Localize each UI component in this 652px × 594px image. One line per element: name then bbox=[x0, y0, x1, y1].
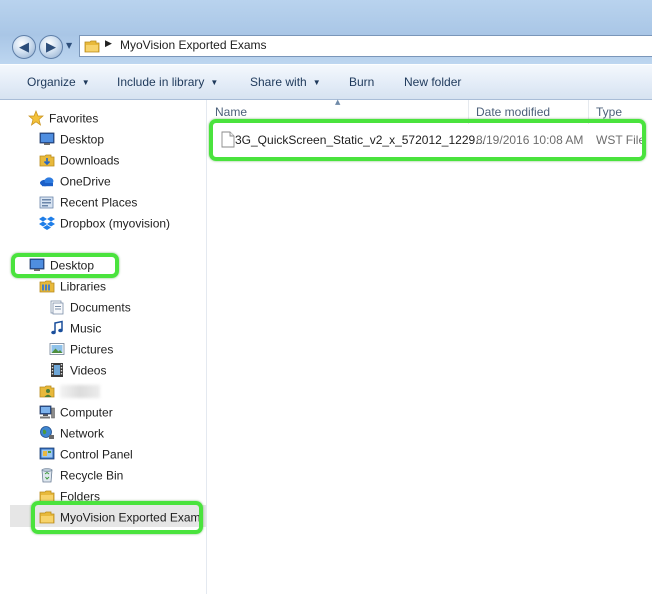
documents-icon bbox=[50, 300, 64, 315]
onedrive-cloud-icon bbox=[40, 177, 54, 187]
desktop-icon bbox=[29, 258, 45, 271]
generic-file-icon bbox=[221, 131, 235, 148]
folder-icon bbox=[39, 511, 55, 524]
organize-button[interactable]: Organize ▼ bbox=[27, 75, 90, 89]
sidebar-item-label: OneDrive bbox=[60, 174, 111, 189]
redacted-user-name bbox=[60, 385, 100, 399]
sidebar-item-myovision-exported-exams[interactable]: MyoVision Exported Exam bbox=[39, 508, 201, 527]
forward-arrow-icon: ▶ bbox=[46, 39, 56, 55]
sidebar-item-favorites[interactable]: Favorites bbox=[28, 109, 98, 128]
user-folder-icon bbox=[39, 385, 55, 398]
computer-icon bbox=[39, 405, 55, 419]
sidebar-item-user-folder[interactable] bbox=[39, 382, 100, 401]
column-divider[interactable] bbox=[468, 100, 469, 124]
recent-places-icon bbox=[39, 196, 54, 209]
sidebar-item-recent-places[interactable]: Recent Places bbox=[39, 193, 137, 212]
sidebar-item-label: Control Panel bbox=[60, 447, 133, 462]
downloads-folder-icon bbox=[39, 154, 55, 167]
sidebar-item-label: Recycle Bin bbox=[60, 468, 124, 483]
libraries-icon bbox=[39, 280, 55, 293]
sidebar-item-onedrive[interactable]: OneDrive bbox=[39, 172, 111, 191]
command-bar: Organize ▼ Include in library ▼ Share with… bbox=[0, 64, 652, 100]
desktop-icon bbox=[39, 132, 55, 145]
column-header-name[interactable]: Name bbox=[215, 105, 247, 119]
sort-ascending-icon: ▲ bbox=[335, 98, 341, 106]
file-type: WST File bbox=[596, 133, 646, 147]
share-with-label: Share with bbox=[250, 75, 307, 89]
sidebar-item-desktop[interactable]: Desktop bbox=[29, 256, 94, 275]
sidebar-item-network[interactable]: Network bbox=[39, 424, 104, 443]
sidebar-item-label: Documents bbox=[70, 300, 131, 315]
videos-film-icon bbox=[51, 362, 63, 377]
sidebar-item-label: Network bbox=[60, 426, 105, 441]
sidebar-item-dropbox[interactable]: Dropbox (myovision) bbox=[39, 214, 170, 233]
chevron-down-icon: ▼ bbox=[81, 78, 90, 87]
sidebar-item-computer[interactable]: Computer bbox=[39, 403, 113, 422]
sidebar-item-label: Desktop bbox=[50, 258, 95, 273]
column-header-type[interactable]: Type bbox=[596, 105, 622, 119]
sidebar-item-label: Downloads bbox=[60, 153, 120, 168]
sidebar-item-label: Folders bbox=[60, 489, 101, 504]
pictures-icon bbox=[49, 342, 65, 355]
file-row[interactable]: 3G_QuickScreen_Static_v2_x_572012_1229..… bbox=[221, 130, 652, 150]
file-date-modified: 8/19/2016 10:08 AM bbox=[476, 133, 584, 147]
recycle-bin-icon bbox=[41, 468, 53, 483]
chevron-down-icon: ▼ bbox=[210, 78, 219, 87]
sidebar-item-recycle-bin[interactable]: Recycle Bin bbox=[39, 466, 123, 485]
sidebar-item-libraries[interactable]: Libraries bbox=[39, 277, 106, 296]
sidebar-item-label: Libraries bbox=[60, 279, 107, 294]
chevron-down-icon: ▼ bbox=[312, 78, 321, 87]
sidebar-item-folders[interactable]: Folders bbox=[39, 487, 100, 506]
new-folder-label: New folder bbox=[404, 75, 462, 89]
back-arrow-icon: ◀ bbox=[19, 39, 29, 55]
address-bar[interactable]: ▶ MyoVision Exported Exams bbox=[79, 35, 652, 57]
breadcrumb-chevron-icon[interactable]: ▶ bbox=[105, 39, 112, 49]
sidebar-item-videos[interactable]: Videos bbox=[49, 361, 106, 380]
file-list-pane[interactable]: ▲ Name Date modified Type 3G_QuickScreen… bbox=[207, 98, 652, 594]
sidebar-item-label: MyoVision Exported Exam bbox=[60, 510, 201, 525]
sidebar-item-label: Dropbox (myovision) bbox=[60, 216, 171, 231]
sidebar-item-music[interactable]: Music bbox=[49, 319, 101, 338]
music-note-icon bbox=[51, 320, 63, 335]
sidebar-item-label: Desktop bbox=[60, 132, 105, 147]
dropbox-icon bbox=[39, 216, 55, 230]
burn-label: Burn bbox=[349, 75, 375, 89]
control-panel-icon bbox=[39, 447, 55, 460]
title-address-bar: ◀ ▶ ▼ ▶ MyoVision Exported Exams bbox=[0, 0, 652, 64]
include-in-library-label: Include in library bbox=[117, 75, 205, 89]
include-in-library-button[interactable]: Include in library ▼ bbox=[117, 75, 218, 89]
sidebar-item-desktop-favorite[interactable]: Desktop bbox=[39, 130, 104, 149]
sidebar-item-label: Recent Places bbox=[60, 195, 138, 210]
sidebar-item-label: Computer bbox=[60, 405, 113, 420]
new-folder-button[interactable]: New folder bbox=[404, 75, 461, 89]
file-name[interactable]: 3G_QuickScreen_Static_v2_x_572012_1229..… bbox=[235, 133, 485, 147]
sidebar-item-downloads[interactable]: Downloads bbox=[39, 151, 119, 170]
sidebar-item-label: Pictures bbox=[70, 342, 114, 357]
burn-button[interactable]: Burn bbox=[349, 75, 374, 89]
sidebar-item-label: Favorites bbox=[49, 111, 99, 126]
back-button[interactable]: ◀ bbox=[12, 35, 36, 59]
column-header-date-modified[interactable]: Date modified bbox=[476, 105, 550, 119]
sidebar-item-pictures[interactable]: Pictures bbox=[49, 340, 113, 359]
sidebar-item-label: Music bbox=[70, 321, 102, 336]
recent-pages-dropdown-icon[interactable]: ▼ bbox=[66, 41, 72, 50]
folder-icon bbox=[39, 490, 55, 503]
forward-button[interactable]: ▶ bbox=[39, 35, 63, 59]
folder-icon bbox=[84, 38, 100, 54]
network-globe-icon bbox=[40, 425, 54, 439]
sidebar-item-label: Videos bbox=[70, 363, 107, 378]
sidebar-item-control-panel[interactable]: Control Panel bbox=[39, 445, 133, 464]
share-with-button[interactable]: Share with ▼ bbox=[250, 75, 321, 89]
organize-label: Organize bbox=[27, 75, 76, 89]
sidebar-item-documents[interactable]: Documents bbox=[49, 298, 131, 317]
column-divider[interactable] bbox=[588, 100, 589, 124]
address-path[interactable]: MyoVision Exported Exams bbox=[120, 38, 267, 52]
star-icon bbox=[28, 109, 44, 126]
